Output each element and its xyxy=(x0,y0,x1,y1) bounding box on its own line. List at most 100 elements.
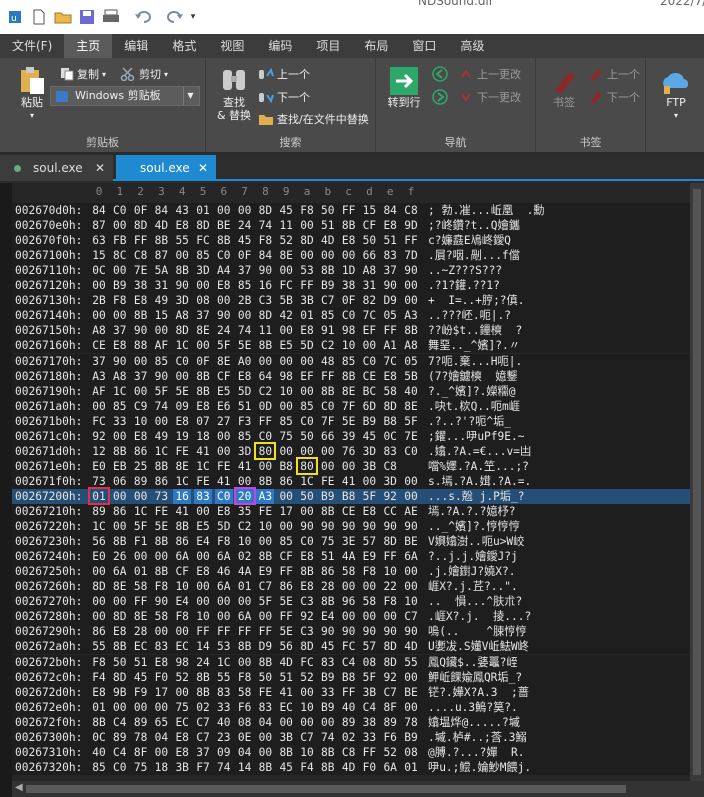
ascii-text[interactable]: ??岎$t..鑸樉 ? xyxy=(428,323,522,338)
hex-byte[interactable]: 75 xyxy=(319,534,337,549)
hex-byte[interactable]: E5 xyxy=(194,519,212,534)
hex-byte[interactable]: 6A xyxy=(215,549,233,564)
hex-byte[interactable]: 00 xyxy=(194,549,212,564)
hex-byte[interactable]: E8 xyxy=(360,504,378,519)
hex-byte[interactable]: 38 xyxy=(360,715,378,730)
hex-byte[interactable]: 8B xyxy=(194,384,212,399)
hex-byte[interactable]: 6A xyxy=(111,564,129,579)
hex-byte[interactable]: 8F xyxy=(381,700,399,715)
hex-byte[interactable]: 56 xyxy=(277,639,295,654)
hex-byte[interactable]: 8B xyxy=(256,655,274,670)
hex-byte[interactable]: 00 xyxy=(298,715,316,730)
hex-byte[interactable]: 11 xyxy=(256,323,274,338)
prev-bookmark-button[interactable]: 上一个 xyxy=(588,66,640,82)
hex-byte[interactable]: 01 xyxy=(194,203,212,218)
hex-byte[interactable]: 90 xyxy=(298,519,316,534)
hex-byte[interactable]: E4 xyxy=(319,609,337,624)
undo-icon[interactable] xyxy=(132,6,154,28)
nav-back-icon[interactable] xyxy=(432,66,448,82)
hex-byte[interactable]: 02 xyxy=(340,730,358,745)
hex-byte[interactable]: 00 xyxy=(277,715,295,730)
hex-byte[interactable]: FF xyxy=(256,414,274,429)
hex-byte[interactable]: 8D xyxy=(381,399,399,414)
hex-byte[interactable]: 50 xyxy=(256,670,274,685)
hex-byte[interactable]: 8D xyxy=(173,323,191,338)
hex-byte[interactable]: 10 xyxy=(298,700,316,715)
hex-byte[interactable]: 00 xyxy=(277,519,295,534)
hex-byte[interactable]: 63 xyxy=(90,233,108,248)
hex-byte[interactable]: C0 xyxy=(340,308,358,323)
hex-byte[interactable]: FC xyxy=(90,414,108,429)
redo-icon[interactable] xyxy=(164,6,186,28)
hex-byte[interactable]: 09 xyxy=(215,745,233,760)
hex-byte[interactable]: 58 xyxy=(152,609,170,624)
hex-byte[interactable]: 8B xyxy=(111,534,129,549)
hex-byte[interactable]: 75 xyxy=(173,700,191,715)
hex-byte[interactable]: 00 xyxy=(256,609,274,624)
hex-byte[interactable]: C2 xyxy=(236,519,254,534)
ascii-text[interactable]: 吚u.;鲿.婨魦M餵j. xyxy=(428,760,531,775)
hex-byte[interactable]: 5F xyxy=(215,338,233,353)
ascii-text[interactable]: .. 愪...^肤朮? xyxy=(428,594,522,609)
hex-byte[interactable]: F8 xyxy=(360,564,378,579)
hex-byte[interactable]: B8 xyxy=(340,489,358,504)
ascii-text[interactable]: ?._^嬪]?.嬫糥@ xyxy=(428,384,515,399)
hex-byte[interactable]: C0 xyxy=(256,429,274,444)
hex-byte[interactable]: 92 xyxy=(298,609,316,624)
hex-byte[interactable]: 90 xyxy=(402,519,420,534)
hex-byte[interactable]: 83 xyxy=(152,639,170,654)
hex-byte[interactable]: 05 xyxy=(381,308,399,323)
hex-byte[interactable]: 5E xyxy=(152,519,170,534)
hex-byte[interactable]: 74 xyxy=(152,399,170,414)
hex-byte[interactable]: 8D xyxy=(381,655,399,670)
hex-byte[interactable]: E8 xyxy=(298,323,316,338)
hex-byte[interactable]: 00 xyxy=(152,700,170,715)
hex-byte[interactable]: 00 xyxy=(173,369,191,384)
hex-byte[interactable]: 18 xyxy=(152,760,170,775)
hex-byte[interactable]: 85 xyxy=(111,399,129,414)
hex-byte[interactable]: 14 xyxy=(236,760,254,775)
hex-byte[interactable]: 00 xyxy=(111,594,129,609)
hex-byte[interactable]: F0 xyxy=(360,760,378,775)
hex-byte[interactable]: E8 xyxy=(132,293,150,308)
hex-byte[interactable]: 41 xyxy=(194,444,212,459)
hex-byte[interactable]: 89 xyxy=(111,730,129,745)
ascii-text[interactable]: + I=..+脝;?傎. xyxy=(428,293,524,308)
tab-view[interactable]: 视图 xyxy=(208,34,256,58)
hex-byte[interactable]: 92 xyxy=(90,429,108,444)
hex-byte[interactable]: 90 xyxy=(319,624,337,639)
hex-byte[interactable]: AE xyxy=(402,504,420,519)
hex-byte[interactable]: AF xyxy=(152,338,170,353)
hex-byte[interactable]: 89 xyxy=(381,715,399,730)
hex-byte[interactable]: A1 xyxy=(381,338,399,353)
hex-byte[interactable]: 58 xyxy=(236,685,254,700)
hex-byte[interactable]: A3 xyxy=(256,488,275,504)
hex-byte[interactable]: 00 xyxy=(360,474,378,489)
find-in-files-button[interactable]: 查找/在文件中替换 xyxy=(258,111,369,127)
hex-byte[interactable]: 86 xyxy=(277,474,295,489)
ascii-text[interactable]: V嬹嬆澍..呃u>W峧 xyxy=(428,534,524,549)
hex-byte[interactable]: F6 xyxy=(381,730,399,745)
hex-byte[interactable]: 8B xyxy=(194,685,212,700)
hex-byte[interactable]: 90 xyxy=(381,519,399,534)
hex-byte[interactable]: 8B xyxy=(111,444,129,459)
hex-byte[interactable]: 00 xyxy=(277,399,295,414)
hex-byte[interactable]: 00 xyxy=(319,459,337,474)
hex-byte[interactable]: 00 xyxy=(111,429,129,444)
hex-byte[interactable]: 8D xyxy=(298,233,316,248)
hex-byte[interactable]: 28 xyxy=(319,579,337,594)
hex-byte[interactable]: FE xyxy=(152,504,170,519)
hex-byte[interactable]: 33 xyxy=(111,414,129,429)
hex-row[interactable]: 00267200h: 01 00 00 73 16 83 C0 20 A3 00 50 B9 B8 5F 92… xyxy=(12,488,690,504)
hex-byte[interactable]: 4A xyxy=(236,564,254,579)
hex-byte[interactable]: E8 xyxy=(194,399,212,414)
hex-byte[interactable]: 07 xyxy=(194,414,212,429)
hex-byte[interactable]: 51 xyxy=(319,218,337,233)
hex-byte[interactable]: C7 xyxy=(381,685,399,700)
tab-window[interactable]: 窗口 xyxy=(400,34,448,58)
hex-byte[interactable]: 5E xyxy=(236,338,254,353)
hex-byte[interactable]: 8E xyxy=(340,384,358,399)
hex-byte[interactable]: 09 xyxy=(173,399,191,414)
hex-byte[interactable]: 22 xyxy=(381,579,399,594)
hex-byte[interactable]: C9 xyxy=(132,399,150,414)
